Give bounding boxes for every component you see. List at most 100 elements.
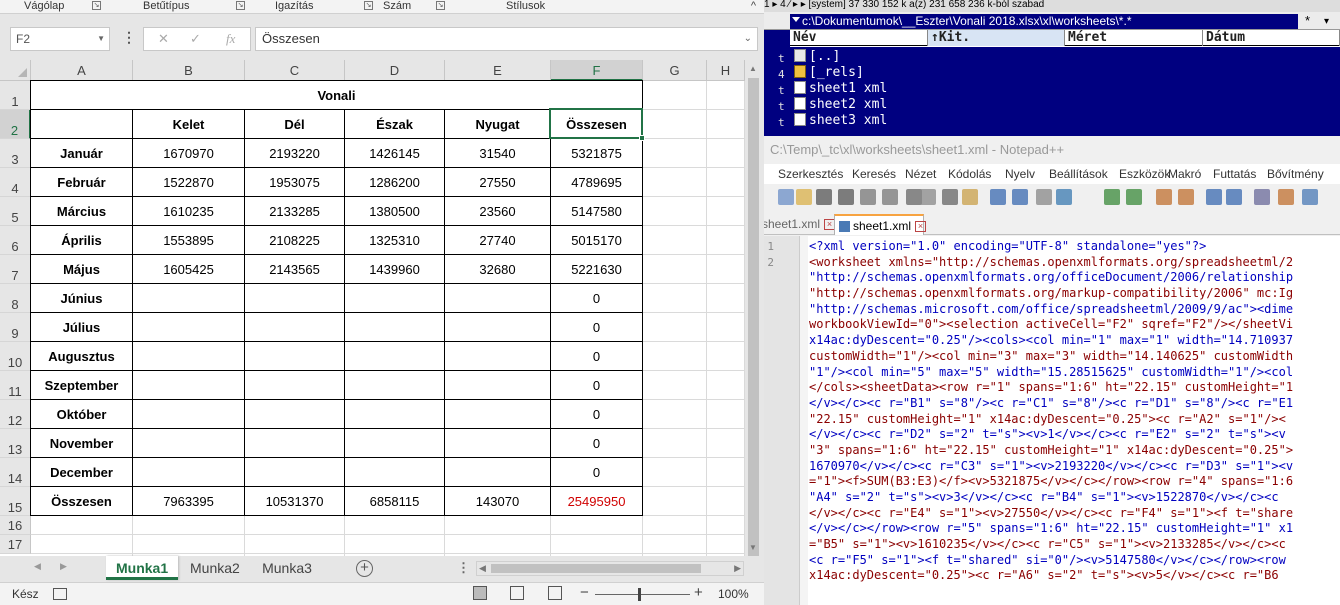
- scroll-left-icon[interactable]: ◀: [479, 563, 486, 574]
- data-cell[interactable]: 4789695: [551, 168, 642, 196]
- replace-icon[interactable]: [1056, 189, 1072, 205]
- macro-record-icon[interactable]: [53, 588, 67, 600]
- tab-next-icon[interactable]: ▶: [60, 561, 67, 572]
- data-cell[interactable]: 2108225: [245, 226, 344, 254]
- tab-munka1[interactable]: Munka1: [106, 556, 178, 580]
- data-cell[interactable]: 1610235: [133, 197, 244, 225]
- month-label[interactable]: Május: [31, 255, 132, 283]
- code-text[interactable]: <?xml version="1.0" encoding="UTF-8" sta…: [809, 239, 1340, 584]
- data-cell[interactable]: 0: [551, 458, 642, 486]
- dialog-launcher-icon[interactable]: ↘: [436, 1, 445, 10]
- data-cell[interactable]: 23560: [445, 197, 550, 225]
- menu-item-2[interactable]: Nézet: [905, 167, 936, 181]
- current-path[interactable]: c:\Dokumentumok\__Eszter\Vonali 2018.xls…: [790, 14, 1298, 29]
- data-cell[interactable]: [245, 313, 344, 341]
- cancel-icon[interactable]: ✕: [158, 31, 169, 47]
- total-cell[interactable]: 143070: [445, 487, 550, 515]
- table-title[interactable]: Vonali: [31, 81, 642, 109]
- history-dropdown-icon[interactable]: ▾: [1324, 16, 1329, 27]
- month-label[interactable]: Január: [31, 139, 132, 167]
- data-cell[interactable]: [245, 400, 344, 428]
- zoom-in-icon[interactable]: [1104, 189, 1120, 205]
- favorites-star[interactable]: *: [1305, 13, 1310, 28]
- data-cell[interactable]: [345, 342, 444, 370]
- data-cell[interactable]: 1522870: [133, 168, 244, 196]
- column-heading[interactable]: Dél: [245, 110, 344, 138]
- row-header-7[interactable]: 7: [0, 255, 31, 284]
- doc-map-icon[interactable]: [1278, 189, 1294, 205]
- data-cell[interactable]: 1380500: [345, 197, 444, 225]
- wrap-icon[interactable]: [1206, 189, 1222, 205]
- data-cell[interactable]: [245, 284, 344, 312]
- name-box[interactable]: F2 ▼: [10, 27, 110, 51]
- data-cell[interactable]: [133, 313, 244, 341]
- total-cell[interactable]: 6858115: [345, 487, 444, 515]
- data-cell[interactable]: [133, 429, 244, 457]
- horizontal-scrollbar[interactable]: ◀ ▶: [476, 561, 744, 576]
- zoom-slider[interactable]: [595, 594, 690, 595]
- file-item[interactable]: sheet2 xml: [794, 97, 887, 113]
- fill-handle[interactable]: [639, 135, 645, 141]
- new-file-icon[interactable]: [778, 189, 794, 205]
- month-label[interactable]: Augusztus: [31, 342, 132, 370]
- row-header-2[interactable]: 2: [0, 110, 31, 139]
- column-header-a[interactable]: A: [31, 60, 133, 81]
- data-cell[interactable]: [345, 284, 444, 312]
- file-item[interactable]: [..]: [794, 49, 840, 65]
- row-header-17[interactable]: 17: [0, 535, 31, 554]
- undo-icon[interactable]: [990, 189, 1006, 205]
- tab-sheet1-xml-1[interactable]: sheet1.xml ×: [764, 214, 836, 235]
- data-cell[interactable]: 0: [551, 429, 642, 457]
- month-label[interactable]: December: [31, 458, 132, 486]
- zoom-level[interactable]: 100%: [718, 587, 749, 601]
- column-heading[interactable]: Kelet: [133, 110, 244, 138]
- collapse-ribbon-icon[interactable]: ^: [751, 0, 756, 12]
- tab-sheet1-xml-2[interactable]: sheet1.xml ×: [834, 214, 927, 235]
- column-extension[interactable]: ↑Kit.: [928, 30, 1065, 46]
- tab-munka3[interactable]: Munka3: [252, 556, 322, 580]
- data-cell[interactable]: 0: [551, 284, 642, 312]
- copy-icon[interactable]: [942, 189, 958, 205]
- data-cell[interactable]: 27740: [445, 226, 550, 254]
- data-cell[interactable]: [245, 429, 344, 457]
- data-cell[interactable]: [445, 342, 550, 370]
- data-cell[interactable]: [445, 400, 550, 428]
- month-label[interactable]: Február: [31, 168, 132, 196]
- dialog-launcher-icon[interactable]: ↘: [364, 1, 373, 10]
- data-cell[interactable]: 1553895: [133, 226, 244, 254]
- scroll-down-icon[interactable]: ▼: [749, 543, 757, 552]
- more-tabs-icon[interactable]: ⋮: [457, 560, 470, 576]
- row-header-5[interactable]: 5: [0, 197, 31, 226]
- month-label[interactable]: Szeptember: [31, 371, 132, 399]
- paste-icon[interactable]: [962, 189, 978, 205]
- row-header-1[interactable]: 1: [0, 81, 31, 110]
- dialog-launcher-icon[interactable]: ↘: [236, 1, 245, 10]
- row-header-13[interactable]: 13: [0, 429, 31, 458]
- chevron-down-icon[interactable]: ▼: [97, 28, 105, 50]
- row-header-9[interactable]: 9: [0, 313, 31, 342]
- column-size[interactable]: Méret: [1065, 30, 1203, 46]
- row-header-3[interactable]: 3: [0, 139, 31, 168]
- column-header-g[interactable]: G: [643, 60, 707, 81]
- data-cell[interactable]: [345, 429, 444, 457]
- close-tab-icon[interactable]: ×: [915, 221, 927, 233]
- menu-item-3[interactable]: Kódolás: [948, 167, 991, 181]
- zoom-in-icon[interactable]: +: [694, 584, 703, 601]
- menu-item-4[interactable]: Nyelv: [1005, 167, 1035, 181]
- data-cell[interactable]: 1426145: [345, 139, 444, 167]
- save-all-icon[interactable]: [838, 189, 854, 205]
- menu-item-8[interactable]: Futtatás: [1213, 167, 1256, 181]
- total-label[interactable]: Összesen: [31, 487, 132, 515]
- zoom-slider-thumb[interactable]: [638, 588, 641, 601]
- column-header-h[interactable]: H: [707, 60, 745, 81]
- page-break-view-icon[interactable]: [548, 586, 562, 600]
- file-item[interactable]: [_rels]: [794, 65, 864, 81]
- menu-item-0[interactable]: Szerkesztés: [778, 167, 843, 181]
- data-cell[interactable]: [133, 342, 244, 370]
- add-sheet-icon[interactable]: +: [356, 560, 373, 577]
- data-cell[interactable]: [245, 371, 344, 399]
- data-cell[interactable]: [445, 284, 550, 312]
- tab-munka2[interactable]: Munka2: [180, 556, 248, 580]
- total-cell[interactable]: 10531370: [245, 487, 344, 515]
- save-icon[interactable]: [816, 189, 832, 205]
